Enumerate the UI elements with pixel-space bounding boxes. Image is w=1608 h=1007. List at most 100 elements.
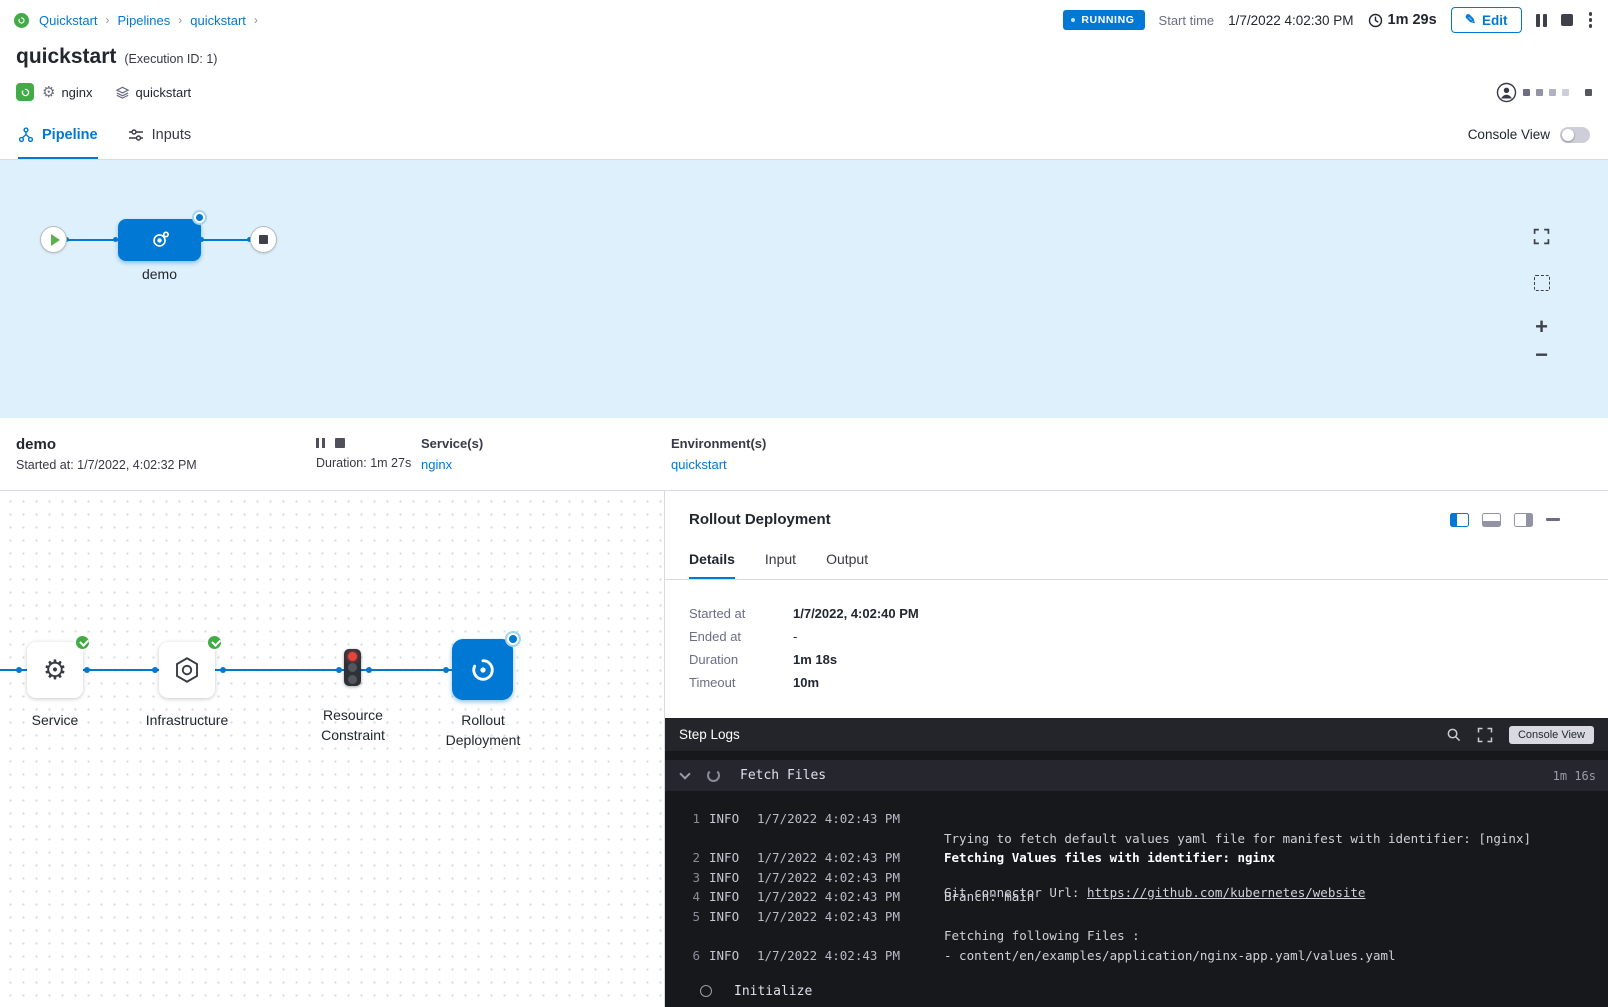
log-section-initialize[interactable]: Initialize — [665, 975, 1608, 1007]
tab-input[interactable]: Input — [765, 538, 796, 579]
stage-node-demo[interactable] — [118, 219, 201, 261]
log-section-title: Initialize — [734, 984, 812, 999]
step-label-infrastructure: Infrastructure — [131, 710, 243, 730]
detail-label: Ended at — [689, 629, 793, 644]
connector-dot — [16, 667, 22, 673]
log-row: Fetching following Files : — [665, 913, 1608, 933]
breadcrumb-pipeline[interactable]: quickstart — [190, 13, 246, 28]
step-node-infrastructure[interactable] — [159, 642, 215, 698]
connector-dot — [84, 667, 90, 673]
step-detail-title: Rollout Deployment — [689, 511, 831, 528]
infrastructure-icon — [172, 655, 202, 685]
layout-left-button[interactable] — [1450, 513, 1469, 527]
select-region-button[interactable] — [1534, 271, 1550, 295]
duration-label: Duration: — [316, 456, 367, 470]
cd-module-icon — [16, 83, 34, 101]
detail-row: Timeout 10m — [689, 675, 1584, 690]
traffic-light-red-icon — [348, 652, 357, 661]
step-detail-tabs: Details Input Output — [665, 538, 1608, 580]
status-badge: RUNNING — [1063, 10, 1144, 30]
success-check-icon — [74, 634, 91, 651]
zoom-in-button[interactable]: + — [1535, 317, 1548, 337]
traffic-light-icon — [348, 675, 357, 684]
connector-line — [67, 239, 118, 241]
log-row: 1INFO1/7/2022 4:02:43 PM — [665, 796, 1608, 816]
breadcrumb-project[interactable]: Quickstart — [39, 13, 98, 28]
connector-dot — [336, 667, 342, 673]
execution-graph-canvas: ⚙ Service Infrastructure Resource Constr… — [0, 491, 665, 1007]
title-row: quickstart (Execution ID: 1) — [0, 40, 1608, 74]
log-section-duration: 1m 16s — [1553, 769, 1596, 783]
step-node-resource-constraint[interactable] — [344, 649, 361, 686]
environments-label: Environment(s) — [671, 436, 766, 451]
meta-row: ⚙ nginx quickstart — [0, 74, 1608, 110]
running-dot-icon — [1071, 18, 1075, 22]
detail-value: - — [793, 629, 797, 644]
more-options-button[interactable] — [1587, 10, 1595, 30]
tab-inputs[interactable]: Inputs — [128, 110, 192, 159]
step-logs-console: Step Logs Console View Fetch Files 1m 16… — [665, 718, 1608, 1007]
step-details: Started at 1/7/2022, 4:02:40 PM Ended at… — [665, 580, 1608, 718]
inputs-icon — [128, 127, 144, 143]
stage-name: demo — [16, 436, 316, 453]
zoom-out-button[interactable]: − — [1535, 345, 1548, 365]
pipeline-icon — [18, 127, 34, 143]
page-title: quickstart — [16, 45, 116, 69]
search-icon[interactable] — [1446, 727, 1461, 742]
tab-pipeline[interactable]: Pipeline — [18, 110, 98, 159]
top-bar: Quickstart › Pipelines › quickstart › RU… — [0, 0, 1608, 40]
stage-dot-icon — [1562, 89, 1569, 96]
connector-dot — [152, 667, 158, 673]
breadcrumb-pipelines[interactable]: Pipelines — [118, 13, 171, 28]
stage-dot-icon — [1523, 89, 1530, 96]
pencil-icon: ✎ — [1465, 12, 1476, 28]
service-link[interactable]: nginx — [421, 457, 671, 472]
running-status-dot — [194, 212, 205, 223]
stage-node-label: demo — [108, 266, 211, 282]
gear-icon: ⚙ — [42, 83, 55, 101]
execution-id: (Execution ID: 1) — [124, 52, 217, 66]
breadcrumb-separator: › — [104, 13, 112, 27]
step-label-resource-constraint: Resource Constraint — [303, 705, 403, 745]
log-row: 5INFO1/7/2022 4:02:43 PM — [665, 894, 1608, 914]
log-row: 3INFO1/7/2022 4:02:43 PM Git connector U… — [665, 855, 1608, 875]
step-node-service[interactable]: ⚙ — [27, 642, 83, 698]
user-avatar[interactable] — [1496, 82, 1517, 103]
pipeline-end-node — [250, 226, 277, 253]
stage-stop-button[interactable] — [335, 438, 345, 448]
stage-dot-icon — [1585, 89, 1592, 96]
edit-button[interactable]: ✎ Edit — [1451, 7, 1522, 33]
expand-logs-icon[interactable] — [1477, 727, 1493, 743]
console-view-button[interactable]: Console View — [1509, 726, 1594, 744]
pending-circle-icon — [700, 985, 712, 997]
pause-execution-button[interactable] — [1536, 14, 1547, 27]
minimize-panel-button[interactable] — [1546, 518, 1560, 521]
tab-output[interactable]: Output — [826, 538, 868, 579]
layout-right-button[interactable] — [1514, 513, 1533, 527]
elapsed-time: 1m 29s — [1368, 12, 1437, 28]
log-lines: 1INFO1/7/2022 4:02:43 PM Trying to fetch… — [665, 791, 1608, 969]
log-section-fetch-files[interactable]: Fetch Files 1m 16s — [665, 760, 1608, 791]
running-status-dot — [507, 633, 519, 645]
tab-details[interactable]: Details — [689, 538, 735, 579]
success-check-icon — [206, 634, 223, 651]
connector-dot — [443, 667, 449, 673]
connector-dot — [220, 667, 226, 673]
stage-icon — [149, 229, 171, 251]
step-node-rollout-deployment[interactable] — [452, 639, 513, 700]
step-label-rollout-deployment: Rollout Deployment — [433, 710, 533, 750]
stage-pause-button[interactable] — [316, 438, 325, 448]
stop-icon — [259, 235, 268, 244]
detail-label: Timeout — [689, 675, 793, 690]
console-view-toggle[interactable] — [1560, 127, 1590, 143]
log-row: Trying to fetch default values yaml file… — [665, 816, 1608, 836]
stage-started-label: Started at: — [16, 458, 74, 472]
abort-execution-button[interactable] — [1561, 14, 1573, 26]
environment-link[interactable]: quickstart — [671, 457, 766, 472]
log-section-title: Fetch Files — [740, 768, 826, 783]
chevron-down-icon[interactable] — [679, 768, 690, 779]
pipeline-start-node — [40, 226, 67, 253]
fullscreen-button[interactable] — [1533, 224, 1550, 248]
play-icon — [51, 234, 60, 246]
layout-bottom-button[interactable] — [1482, 513, 1501, 527]
